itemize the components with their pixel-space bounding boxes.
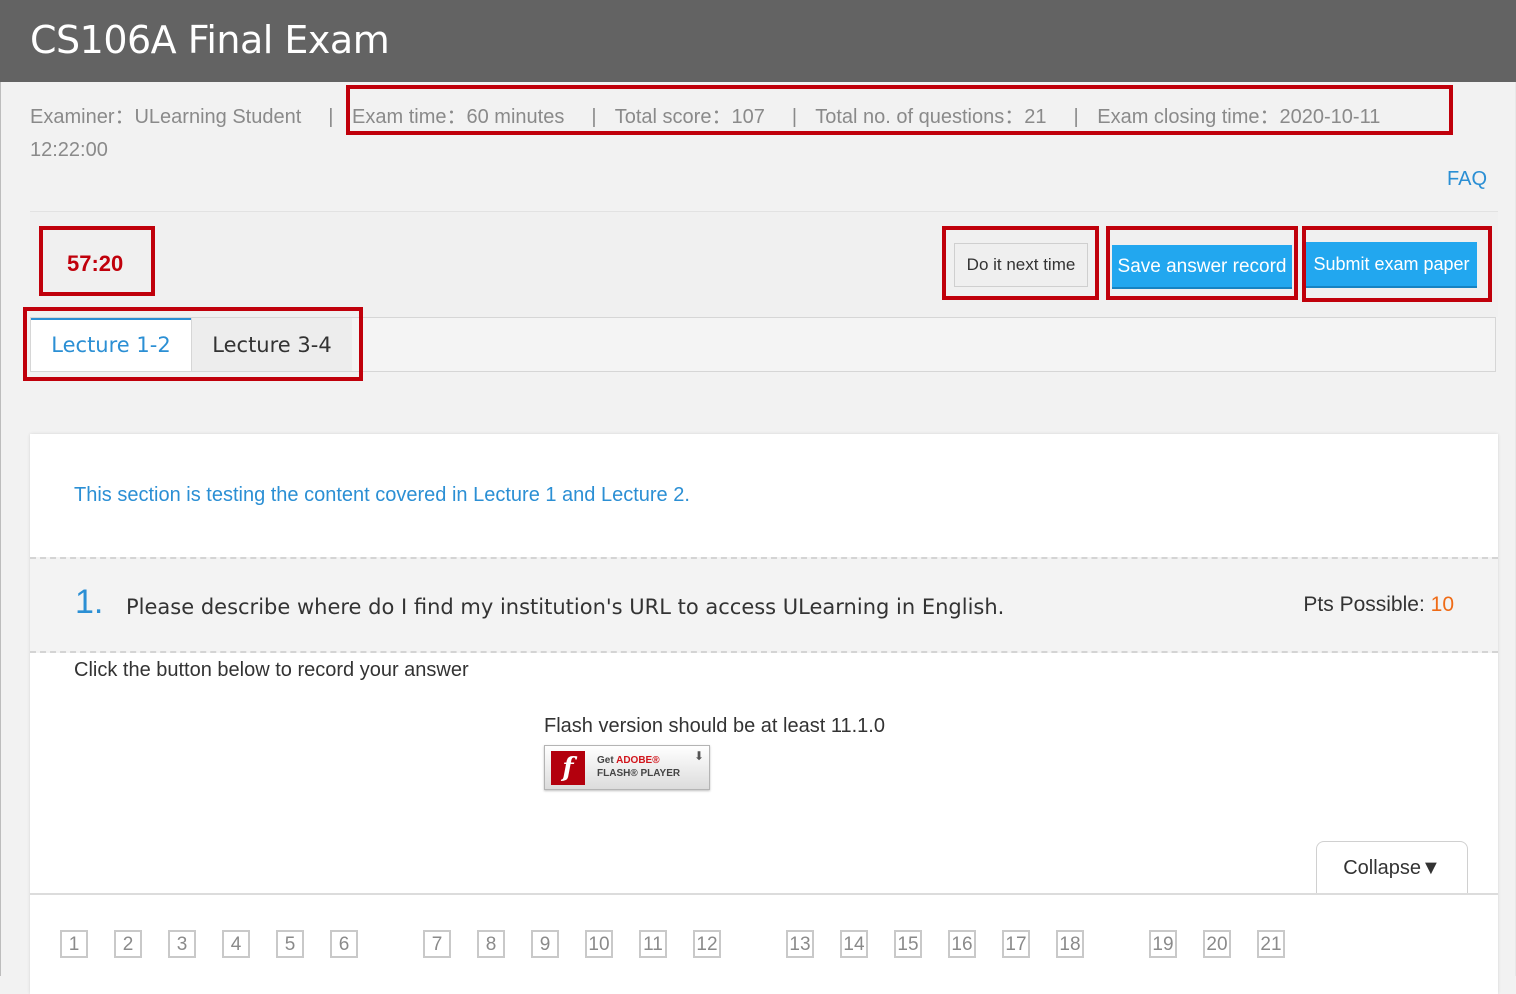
record-instruction: Click the button below to record your an… [74,659,469,681]
question-nav-item[interactable]: 5 [276,930,304,958]
question-text: Please describe where do I find my insti… [126,595,1005,619]
page-title: CS106A Final Exam [30,18,390,62]
question-nav-item[interactable]: 9 [531,930,559,958]
flash-badge-adobe: ADOBE® [616,755,660,766]
collapse-button[interactable]: Collapse▼ [1316,841,1468,895]
panel-divider [30,893,1498,895]
highlight-box-submit [1302,226,1492,302]
question-nav-item[interactable]: 2 [114,930,142,958]
flash-badge-line1: Get ADOBE® [597,755,660,766]
faq-link[interactable]: FAQ [1447,168,1487,191]
examiner-label: Examiner：ULearning Student [30,106,302,128]
flash-badge-get: Get [597,755,614,766]
question-number: 1. [75,583,104,621]
question-nav-item[interactable]: 7 [423,930,451,958]
highlight-box-tabs [23,307,363,381]
question-panel: This section is testing the content cove… [30,434,1498,994]
question-nav-item[interactable]: 16 [948,930,976,958]
points-label: Pts Possible: [1303,593,1425,616]
flash-logo-icon: f [551,751,585,785]
points-value: 10 [1430,593,1454,616]
question-nav-item[interactable]: 12 [693,930,721,958]
app-header: CS106A Final Exam [0,0,1516,82]
question-nav-item[interactable]: 11 [639,930,667,958]
question-nav-item[interactable]: 10 [585,930,613,958]
separator: | [328,106,334,128]
question-nav-item[interactable]: 15 [894,930,922,958]
highlight-box-timer [39,226,155,296]
highlight-box-next-time [942,226,1099,300]
points-possible: Pts Possible: 10 [1303,593,1454,617]
question-nav-item[interactable]: 14 [840,930,868,958]
question-nav-item[interactable]: 18 [1056,930,1084,958]
get-flash-player-button[interactable]: f Get ADOBE® FLASH® PLAYER ⬇ [544,745,710,790]
question-header: 1. Please describe where do I find my in… [30,557,1498,653]
question-nav-item[interactable]: 21 [1257,930,1285,958]
question-nav-item[interactable]: 6 [330,930,358,958]
question-nav-item[interactable]: 17 [1002,930,1030,958]
question-navigator: 1 2 3 4 5 6 7 8 9 10 11 12 13 14 15 16 1… [30,930,1498,970]
question-nav-item[interactable]: 1 [60,930,88,958]
flash-badge-line2: FLASH® PLAYER [597,768,681,779]
highlight-box-save [1106,226,1298,300]
question-nav-item[interactable]: 4 [222,930,250,958]
question-nav-item[interactable]: 13 [786,930,814,958]
flash-version-note: Flash version should be at least 11.1.0 [544,715,885,737]
left-border [0,82,1,976]
download-arrow-icon: ⬇ [693,749,704,763]
question-nav-item[interactable]: 3 [168,930,196,958]
section-description: This section is testing the content cove… [74,484,690,506]
question-nav-item[interactable]: 20 [1203,930,1231,958]
question-nav-item[interactable]: 8 [477,930,505,958]
highlight-box-exam-info [346,85,1453,135]
question-nav-item[interactable]: 19 [1149,930,1177,958]
